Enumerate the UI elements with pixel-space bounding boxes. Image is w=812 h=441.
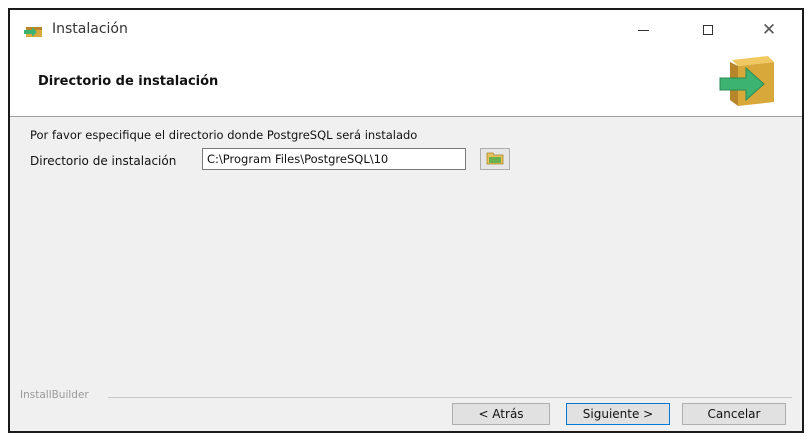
installer-window: Instalación ✕ Directorio de instalación …	[8, 8, 804, 433]
title-bar[interactable]: Instalación ✕	[10, 10, 802, 50]
footer: InstallBuilder < Atrás Siguiente > Cance…	[10, 385, 802, 431]
page-title: Directorio de instalación	[38, 74, 219, 89]
browse-button[interactable]	[480, 148, 510, 170]
box-arrow-icon	[716, 56, 778, 108]
window-title: Instalación	[52, 21, 128, 37]
page-header: Directorio de instalación	[10, 50, 802, 117]
cancel-button[interactable]: Cancelar	[682, 403, 786, 425]
maximize-button[interactable]	[685, 10, 731, 50]
minimize-button[interactable]	[620, 10, 666, 50]
instructions-text: Por favor especifique el directorio dond…	[30, 128, 418, 142]
minimize-icon	[637, 29, 649, 31]
next-button[interactable]: Siguiente >	[566, 403, 670, 425]
close-button[interactable]: ✕	[746, 10, 792, 50]
maximize-icon	[703, 25, 713, 35]
folder-icon	[486, 150, 504, 169]
content-panel: Por favor especifique el directorio dond…	[10, 117, 802, 357]
install-dir-label: Directorio de instalación	[30, 154, 177, 168]
postgresql-installer-icon	[24, 23, 44, 37]
close-icon: ✕	[761, 19, 777, 40]
footer-divider	[108, 397, 792, 398]
installbuilder-label: InstallBuilder	[20, 389, 93, 401]
install-dir-input[interactable]	[202, 148, 466, 170]
back-button[interactable]: < Atrás	[452, 403, 550, 425]
